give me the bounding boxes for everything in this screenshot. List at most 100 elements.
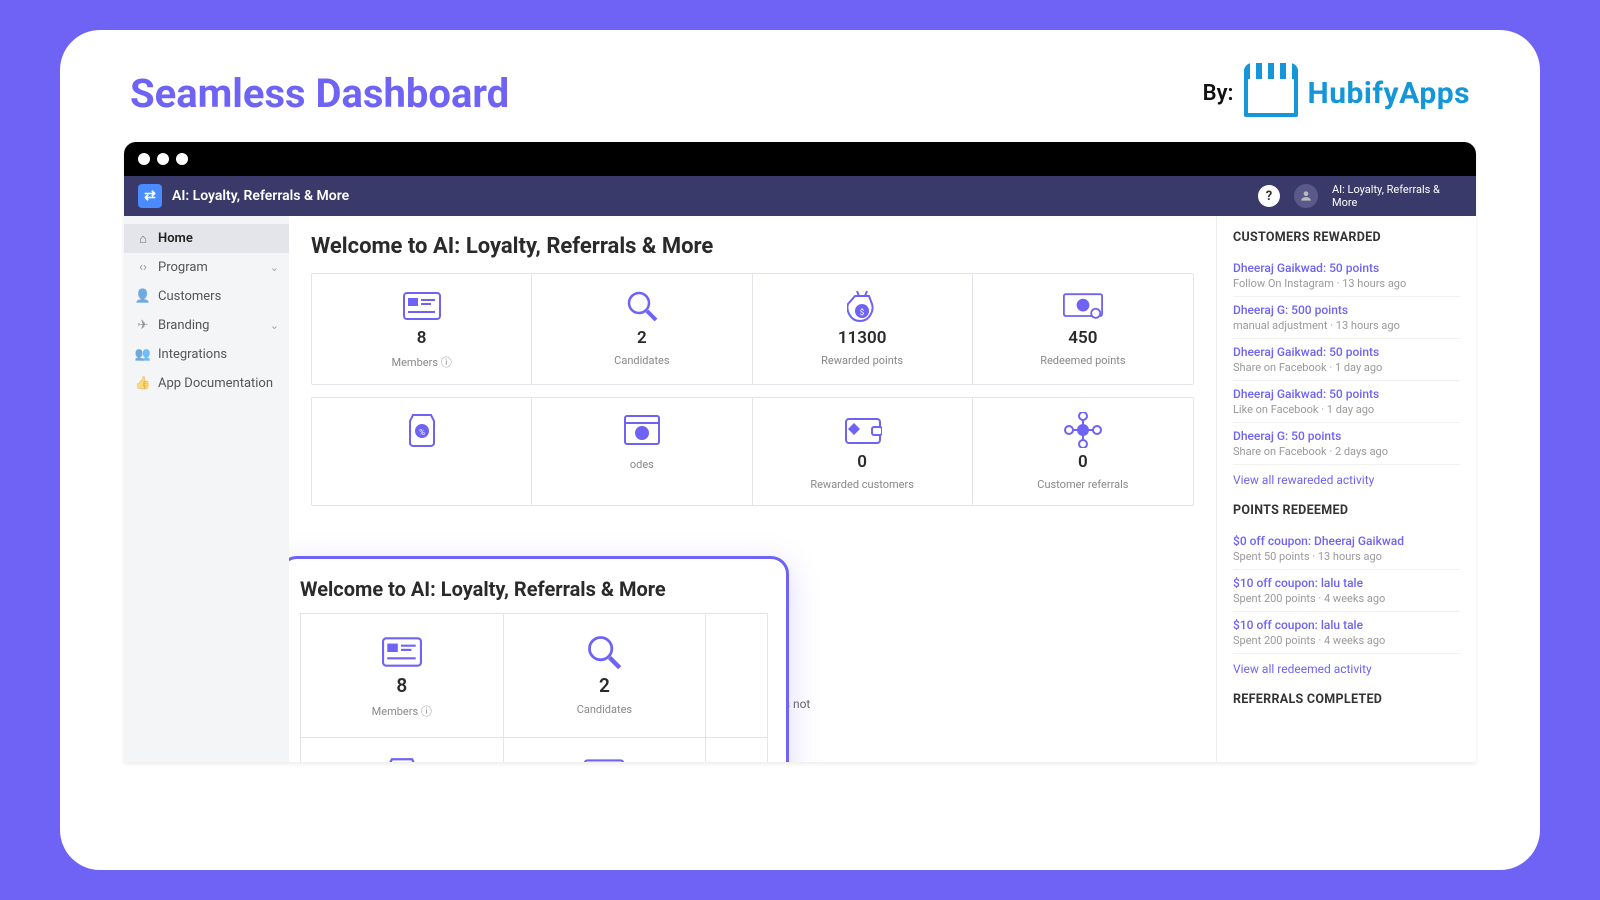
sidebar-item-integrations[interactable]: 👥 Integrations: [124, 340, 289, 369]
activity-item[interactable]: Dheeraj Gaikwad: 50 points Follow On Ins…: [1233, 255, 1460, 297]
redeemed-heading: POINTS REDEEMED: [1233, 503, 1460, 518]
activity-item[interactable]: Dheeraj Gaikwad: 50 points Like on Faceb…: [1233, 381, 1460, 423]
stat-value: 11300: [838, 328, 887, 348]
activity-item[interactable]: Dheeraj G: 50 points Share on Facebook ·…: [1233, 423, 1460, 465]
window-icon: [584, 760, 624, 762]
activity-item[interactable]: Dheeraj G: 500 points manual adjustment …: [1233, 297, 1460, 339]
zoom-tag: %: [301, 738, 504, 762]
stat-rewarded-points[interactable]: $ 11300 Rewarded points: [753, 274, 973, 384]
sidebar-item-customers[interactable]: 👤 Customers: [124, 282, 289, 311]
window-min-icon[interactable]: [157, 153, 169, 165]
rewarded-heading: CUSTOMERS REWARDED: [1233, 230, 1460, 245]
stat-label: Customer referrals: [1037, 478, 1128, 491]
sidebar-item-docs[interactable]: 👍 App Documentation: [124, 369, 289, 398]
chevron-down-icon: ⌄: [270, 319, 279, 332]
stat-label: Rewarded customers: [810, 478, 914, 491]
view-all-redeemed-link[interactable]: View all redeemed activity: [1233, 654, 1460, 690]
wallet-icon: [842, 414, 882, 446]
tag-icon: %: [382, 760, 422, 762]
stat-referrals[interactable]: 0 Customer referrals: [973, 398, 1193, 505]
sidebar-item-program[interactable]: ‹› Program ⌄: [124, 253, 289, 282]
brand-logo-icon: [1244, 71, 1298, 117]
stat-label: Candidates: [577, 703, 632, 716]
moneybag-icon: $: [842, 290, 882, 322]
avatar-icon[interactable]: [1294, 184, 1318, 208]
search-icon: [584, 636, 624, 668]
activity-panel: CUSTOMERS REWARDED Dheeraj Gaikwad: 50 p…: [1216, 216, 1476, 762]
sidebar-item-home[interactable]: ⌂ Home: [124, 224, 289, 253]
sidebar-item-label: Branding: [158, 318, 209, 333]
thumb-icon: 👍: [136, 377, 150, 391]
stat-members[interactable]: 8 Members ⓘ: [312, 274, 532, 384]
zoom-candidates: 2 Candidates: [504, 614, 707, 737]
search-icon: [622, 290, 662, 322]
sidebar-item-label: Customers: [158, 289, 221, 304]
stat-value: 2: [599, 674, 610, 697]
activity-item[interactable]: $10 off coupon: lalu tale Spent 200 poin…: [1233, 570, 1460, 612]
window-close-icon[interactable]: [138, 153, 150, 165]
stats-row-1: 8 Members ⓘ 2 Candidates $: [311, 273, 1194, 385]
welcome-heading: Welcome to AI: Loyalty, Referrals & More: [311, 234, 1194, 259]
zoom-heading: Welcome to AI: Loyalty, Referrals & More: [300, 577, 768, 601]
stat-label: Members ⓘ: [372, 703, 432, 719]
svg-text:%: %: [419, 428, 425, 437]
app-title: AI: Loyalty, Referrals & More: [172, 188, 349, 204]
stat-label: odes: [630, 458, 654, 471]
sidebar-item-label: App Documentation: [158, 376, 273, 391]
sidebar-item-branding[interactable]: ✈ Branding ⌄: [124, 311, 289, 340]
stat-value: 8: [417, 328, 427, 348]
page-title: Seamless Dashboard: [130, 70, 509, 117]
zoom-row-2: %: [300, 738, 768, 762]
cash-icon: [1063, 290, 1103, 322]
tag-icon: %: [402, 414, 442, 446]
code-icon: ‹›: [136, 261, 150, 275]
stat-value: 2: [637, 328, 647, 348]
stat-value: 450: [1068, 328, 1097, 348]
zoom-empty: [706, 614, 767, 737]
network-icon: [1063, 414, 1103, 446]
send-icon: ✈: [136, 319, 150, 333]
window-max-icon[interactable]: [176, 153, 188, 165]
referrals-heading: REFERRALS COMPLETED: [1233, 692, 1460, 707]
chevron-down-icon: ⌄: [270, 261, 279, 274]
card-icon: [382, 636, 422, 668]
stat-value: 0: [857, 452, 867, 472]
window-icon: [622, 414, 662, 446]
user-icon: 👤: [136, 290, 150, 304]
zoom-row-1: 8 Members ⓘ 2 Candidates: [300, 613, 768, 738]
zoom-empty: [706, 738, 767, 762]
card-icon: [402, 290, 442, 322]
view-all-rewarded-link[interactable]: View all rewareded activity: [1233, 465, 1460, 501]
stat-value: 8: [396, 674, 407, 697]
user-name: AI: Loyalty, Referrals & More: [1332, 183, 1462, 209]
stat-codes[interactable]: odes: [532, 398, 752, 505]
window-controls: [124, 142, 1476, 176]
stat-label: Members ⓘ: [392, 354, 452, 370]
sidebar: ⌂ Home ‹› Program ⌄ 👤 Customers ✈ Brandi…: [124, 216, 289, 762]
main-content: Welcome to AI: Loyalty, Referrals & More…: [289, 216, 1216, 762]
zoom-window: [504, 738, 707, 762]
stat-rewarded-customers[interactable]: 0 Rewarded customers: [753, 398, 973, 505]
stat-value: 0: [1078, 452, 1088, 472]
stat-redeemed-points[interactable]: 450 Redeemed points: [973, 274, 1193, 384]
help-icon[interactable]: ?: [1258, 185, 1280, 207]
zoom-callout: Welcome to AI: Loyalty, Referrals & More…: [289, 556, 789, 762]
stats-row-2: % odes: [311, 397, 1194, 506]
svg-text:$: $: [860, 308, 865, 317]
activity-item[interactable]: $10 off coupon: lalu tale Spent 200 poin…: [1233, 612, 1460, 654]
stat-tag[interactable]: %: [312, 398, 532, 505]
stat-candidates[interactable]: 2 Candidates: [532, 274, 752, 384]
sidebar-item-label: Program: [158, 260, 208, 275]
activity-item[interactable]: Dheeraj Gaikwad: 50 points Share on Face…: [1233, 339, 1460, 381]
zoom-members: 8 Members ⓘ: [301, 614, 504, 737]
activity-item[interactable]: $0 off coupon: Dheeraj Gaikwad Spent 50 …: [1233, 528, 1460, 570]
app-logo-icon: ⇄: [138, 184, 162, 208]
by-label: By:: [1203, 81, 1234, 106]
app-body: ⌂ Home ‹› Program ⌄ 👤 Customers ✈ Brandi…: [124, 216, 1476, 762]
sidebar-item-label: Integrations: [158, 347, 227, 362]
home-icon: ⌂: [136, 232, 150, 246]
users-icon: 👥: [136, 348, 150, 362]
sidebar-item-label: Home: [158, 231, 193, 246]
browser-frame: ⇄ AI: Loyalty, Referrals & More ? AI: Lo…: [124, 142, 1476, 762]
stat-label: Candidates: [614, 354, 669, 367]
